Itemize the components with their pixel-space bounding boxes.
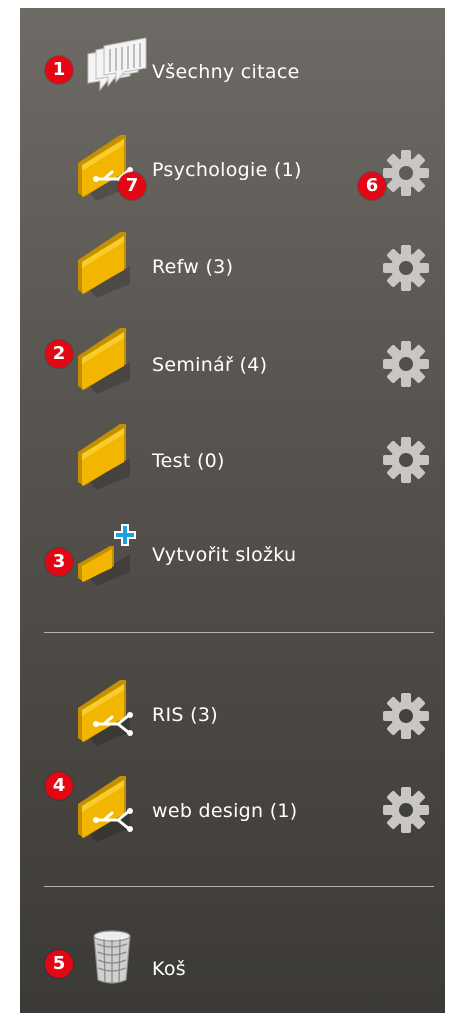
folder-label: Refw (3) bbox=[152, 256, 234, 278]
gear-icon[interactable] bbox=[380, 690, 432, 742]
trash-label: Koš bbox=[152, 958, 186, 980]
gear-icon[interactable] bbox=[380, 242, 432, 294]
marker-badge-4: 4 bbox=[45, 772, 73, 800]
gear-icon[interactable] bbox=[380, 147, 432, 199]
shared-folder-item-web-design[interactable]: web design (1) bbox=[20, 764, 445, 854]
folder-item-seminar[interactable]: Seminář (4) bbox=[20, 316, 445, 406]
citations-stack-icon bbox=[87, 37, 147, 92]
marker-badge-2: 2 bbox=[45, 340, 73, 368]
citation-sidebar: Všechny citace Psychologie (1) Refw (3) … bbox=[20, 8, 445, 1013]
section-divider bbox=[44, 886, 434, 887]
trash-item[interactable]: Koš bbox=[20, 918, 445, 1008]
shared-folder-label: web design (1) bbox=[152, 800, 298, 822]
all-citations-item[interactable]: Všechny citace bbox=[20, 28, 445, 118]
trash-bin-icon bbox=[93, 930, 131, 984]
marker-badge-6: 6 bbox=[358, 172, 386, 200]
marker-badge-7: 7 bbox=[118, 172, 146, 200]
marker-badge-1: 1 bbox=[45, 56, 73, 84]
folder-icon bbox=[78, 328, 130, 394]
folder-icon bbox=[78, 232, 130, 298]
folder-item-refw[interactable]: Refw (3) bbox=[20, 220, 445, 310]
create-folder-label: Vytvořit složku bbox=[152, 544, 297, 566]
new-folder-icon bbox=[78, 524, 136, 586]
folder-label: Seminář (4) bbox=[152, 354, 268, 376]
shared-folder-label: RIS (3) bbox=[152, 704, 218, 726]
folder-item-psychologie[interactable]: Psychologie (1) bbox=[20, 123, 445, 213]
folder-icon bbox=[78, 424, 130, 490]
gear-icon[interactable] bbox=[380, 338, 432, 390]
folder-item-test[interactable]: Test (0) bbox=[20, 412, 445, 502]
gear-icon[interactable] bbox=[380, 434, 432, 486]
marker-badge-5: 5 bbox=[45, 950, 73, 978]
create-folder-item[interactable]: Vytvořit složku bbox=[20, 508, 445, 598]
shared-folder-item-ris[interactable]: RIS (3) bbox=[20, 668, 445, 758]
folder-label: Test (0) bbox=[152, 450, 225, 472]
folder-label: Psychologie (1) bbox=[152, 159, 302, 181]
section-divider bbox=[44, 632, 434, 633]
shared-folder-icon bbox=[78, 776, 133, 842]
shared-folder-icon bbox=[78, 680, 133, 746]
marker-badge-3: 3 bbox=[45, 548, 73, 576]
all-citations-label: Všechny citace bbox=[152, 61, 300, 83]
gear-icon[interactable] bbox=[380, 784, 432, 836]
